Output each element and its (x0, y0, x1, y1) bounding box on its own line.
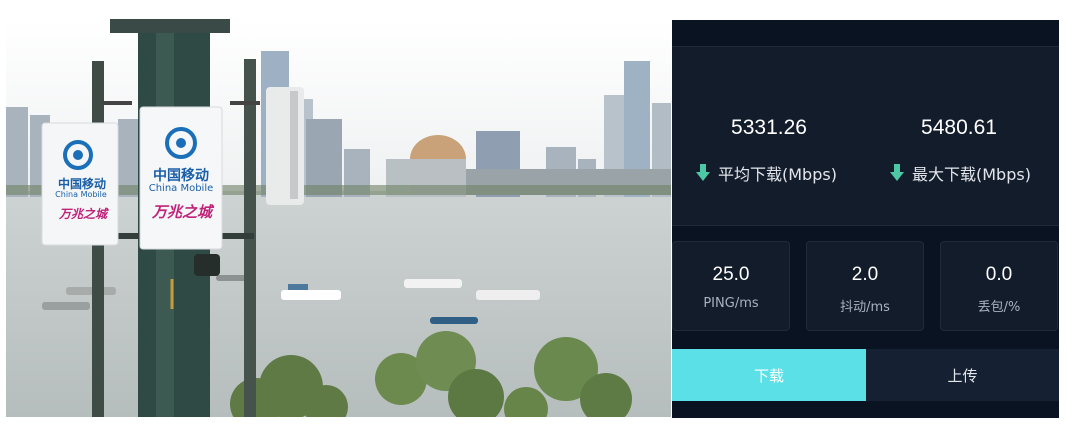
brand-en-right: China Mobile (148, 183, 214, 194)
ping-label: PING/ms (703, 296, 759, 311)
jitter-value: 2.0 (851, 264, 879, 285)
max-download-value: 5480.61 (921, 116, 997, 139)
tab-download[interactable]: 下载 (672, 349, 866, 401)
ping-value: 25.0 (712, 264, 750, 285)
speedtest-panel: 5331.26 5480.61 平均下载(Mbps) 最大下载(Mbps) 25… (672, 20, 1059, 418)
max-download-label: 最大下载(Mbps) (912, 165, 1031, 184)
packet-loss-value: 0.0 (985, 264, 1013, 285)
slogan-right: 万兆之城 (151, 203, 212, 221)
metric-packet-loss: 0.0 丢包/% (940, 241, 1058, 331)
brand-en-left: China Mobile (55, 190, 107, 199)
max-download-label-row: 最大下载(Mbps) (890, 161, 1031, 185)
metric-ping: 25.0 PING/ms (672, 241, 790, 331)
download-arrow-icon (890, 164, 904, 181)
avg-download-value: 5331.26 (731, 116, 807, 139)
metric-jitter: 2.0 抖动/ms (806, 241, 924, 331)
slogan-left: 万兆之城 (58, 207, 107, 221)
tab-upload[interactable]: 上传 (866, 349, 1059, 401)
download-speed-card: 5331.26 5480.61 平均下载(Mbps) 最大下载(Mbps) (672, 46, 1059, 226)
brand-cn-right: 中国移动 (153, 168, 209, 184)
tower-photo: 中国移动 China Mobile 万兆之城 中国移动 China Mobile… (6, 19, 671, 417)
avg-download-label-row: 平均下载(Mbps) (696, 161, 837, 185)
avg-download-label: 平均下载(Mbps) (718, 165, 837, 184)
packet-loss-label: 丢包/% (977, 300, 1021, 315)
jitter-label: 抖动/ms (840, 300, 890, 315)
download-arrow-icon (696, 164, 710, 181)
